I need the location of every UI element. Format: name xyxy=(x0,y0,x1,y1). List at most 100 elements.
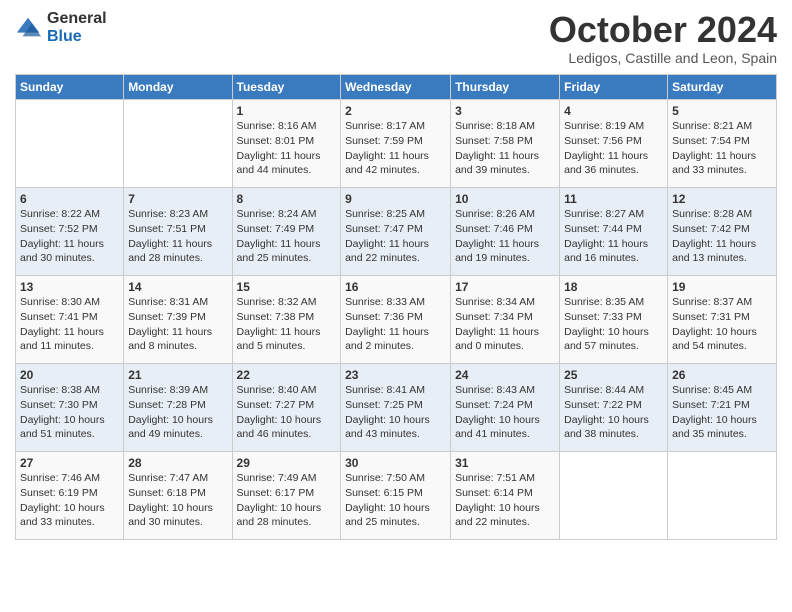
calendar-cell: 19Sunrise: 8:37 AMSunset: 7:31 PMDayligh… xyxy=(668,275,777,363)
day-info: Sunset: 7:21 PM xyxy=(672,398,772,413)
day-info: Daylight: 10 hours and 54 minutes. xyxy=(672,325,772,354)
calendar-cell: 22Sunrise: 8:40 AMSunset: 7:27 PMDayligh… xyxy=(232,363,341,451)
day-info: Sunset: 7:27 PM xyxy=(237,398,337,413)
day-info: Sunset: 6:19 PM xyxy=(20,486,119,501)
calendar-cell: 5Sunrise: 8:21 AMSunset: 7:54 PMDaylight… xyxy=(668,99,777,187)
week-row-2: 6Sunrise: 8:22 AMSunset: 7:52 PMDaylight… xyxy=(16,187,777,275)
day-info: Sunset: 6:14 PM xyxy=(455,486,555,501)
day-info: Daylight: 11 hours and 5 minutes. xyxy=(237,325,337,354)
calendar-cell: 1Sunrise: 8:16 AMSunset: 8:01 PMDaylight… xyxy=(232,99,341,187)
day-info: Daylight: 11 hours and 33 minutes. xyxy=(672,149,772,178)
calendar-cell: 12Sunrise: 8:28 AMSunset: 7:42 PMDayligh… xyxy=(668,187,777,275)
day-number: 4 xyxy=(564,103,663,120)
day-info: Sunrise: 8:31 AM xyxy=(128,295,227,310)
day-number: 14 xyxy=(128,279,227,296)
day-number: 1 xyxy=(237,103,337,120)
week-row-3: 13Sunrise: 8:30 AMSunset: 7:41 PMDayligh… xyxy=(16,275,777,363)
calendar-cell: 18Sunrise: 8:35 AMSunset: 7:33 PMDayligh… xyxy=(560,275,668,363)
day-info: Sunrise: 8:30 AM xyxy=(20,295,119,310)
day-number: 27 xyxy=(20,455,119,472)
day-info: Daylight: 10 hours and 38 minutes. xyxy=(564,413,663,442)
logo: General Blue xyxy=(15,10,107,45)
day-number: 24 xyxy=(455,367,555,384)
calendar-cell: 8Sunrise: 8:24 AMSunset: 7:49 PMDaylight… xyxy=(232,187,341,275)
day-info: Sunset: 7:58 PM xyxy=(455,134,555,149)
day-info: Sunrise: 8:25 AM xyxy=(345,207,446,222)
day-info: Daylight: 11 hours and 22 minutes. xyxy=(345,237,446,266)
week-row-4: 20Sunrise: 8:38 AMSunset: 7:30 PMDayligh… xyxy=(16,363,777,451)
day-info: Sunrise: 8:45 AM xyxy=(672,383,772,398)
month-title: October 2024 xyxy=(549,10,777,50)
day-number: 29 xyxy=(237,455,337,472)
day-info: Sunset: 7:46 PM xyxy=(455,222,555,237)
day-info: Sunrise: 8:17 AM xyxy=(345,119,446,134)
day-number: 28 xyxy=(128,455,227,472)
day-info: Daylight: 10 hours and 51 minutes. xyxy=(20,413,119,442)
day-info: Sunrise: 7:51 AM xyxy=(455,471,555,486)
calendar-cell: 14Sunrise: 8:31 AMSunset: 7:39 PMDayligh… xyxy=(124,275,232,363)
day-info: Sunset: 7:24 PM xyxy=(455,398,555,413)
day-info: Sunset: 7:52 PM xyxy=(20,222,119,237)
calendar-cell: 26Sunrise: 8:45 AMSunset: 7:21 PMDayligh… xyxy=(668,363,777,451)
day-info: Sunrise: 8:18 AM xyxy=(455,119,555,134)
day-info: Daylight: 10 hours and 57 minutes. xyxy=(564,325,663,354)
header-day-friday: Friday xyxy=(560,74,668,99)
logo-icon xyxy=(15,14,43,42)
day-info: Daylight: 10 hours and 33 minutes. xyxy=(20,501,119,530)
day-info: Daylight: 10 hours and 22 minutes. xyxy=(455,501,555,530)
calendar-cell: 7Sunrise: 8:23 AMSunset: 7:51 PMDaylight… xyxy=(124,187,232,275)
calendar-cell: 6Sunrise: 8:22 AMSunset: 7:52 PMDaylight… xyxy=(16,187,124,275)
day-info: Daylight: 10 hours and 43 minutes. xyxy=(345,413,446,442)
week-row-1: 1Sunrise: 8:16 AMSunset: 8:01 PMDaylight… xyxy=(16,99,777,187)
day-info: Daylight: 10 hours and 28 minutes. xyxy=(237,501,337,530)
day-info: Sunrise: 8:32 AM xyxy=(237,295,337,310)
day-info: Sunset: 7:34 PM xyxy=(455,310,555,325)
calendar-body: 1Sunrise: 8:16 AMSunset: 8:01 PMDaylight… xyxy=(16,99,777,539)
day-info: Sunset: 7:51 PM xyxy=(128,222,227,237)
location-subtitle: Ledigos, Castille and Leon, Spain xyxy=(549,50,777,66)
day-number: 16 xyxy=(345,279,446,296)
day-info: Daylight: 10 hours and 25 minutes. xyxy=(345,501,446,530)
day-number: 15 xyxy=(237,279,337,296)
day-info: Sunset: 7:41 PM xyxy=(20,310,119,325)
day-info: Daylight: 10 hours and 49 minutes. xyxy=(128,413,227,442)
day-info: Daylight: 11 hours and 2 minutes. xyxy=(345,325,446,354)
day-info: Sunrise: 8:44 AM xyxy=(564,383,663,398)
page: General Blue October 2024 Ledigos, Casti… xyxy=(0,0,792,550)
day-info: Daylight: 11 hours and 44 minutes. xyxy=(237,149,337,178)
day-info: Sunrise: 7:49 AM xyxy=(237,471,337,486)
day-info: Sunrise: 7:46 AM xyxy=(20,471,119,486)
day-info: Sunset: 7:36 PM xyxy=(345,310,446,325)
day-info: Sunrise: 7:47 AM xyxy=(128,471,227,486)
calendar-cell xyxy=(560,451,668,539)
day-info: Sunset: 7:33 PM xyxy=(564,310,663,325)
day-info: Sunset: 8:01 PM xyxy=(237,134,337,149)
day-info: Sunset: 7:49 PM xyxy=(237,222,337,237)
calendar-cell xyxy=(16,99,124,187)
day-info: Sunrise: 8:41 AM xyxy=(345,383,446,398)
day-number: 17 xyxy=(455,279,555,296)
day-number: 22 xyxy=(237,367,337,384)
title-block: October 2024 Ledigos, Castille and Leon,… xyxy=(549,10,777,66)
day-info: Daylight: 11 hours and 28 minutes. xyxy=(128,237,227,266)
week-row-5: 27Sunrise: 7:46 AMSunset: 6:19 PMDayligh… xyxy=(16,451,777,539)
day-number: 19 xyxy=(672,279,772,296)
day-number: 9 xyxy=(345,191,446,208)
day-info: Sunrise: 8:40 AM xyxy=(237,383,337,398)
calendar-cell: 16Sunrise: 8:33 AMSunset: 7:36 PMDayligh… xyxy=(341,275,451,363)
day-info: Sunrise: 8:43 AM xyxy=(455,383,555,398)
day-info: Sunrise: 7:50 AM xyxy=(345,471,446,486)
calendar-cell: 25Sunrise: 8:44 AMSunset: 7:22 PMDayligh… xyxy=(560,363,668,451)
day-info: Sunset: 7:56 PM xyxy=(564,134,663,149)
calendar-cell: 30Sunrise: 7:50 AMSunset: 6:15 PMDayligh… xyxy=(341,451,451,539)
day-info: Daylight: 11 hours and 30 minutes. xyxy=(20,237,119,266)
day-info: Sunset: 7:39 PM xyxy=(128,310,227,325)
day-number: 21 xyxy=(128,367,227,384)
day-info: Sunset: 6:15 PM xyxy=(345,486,446,501)
day-number: 10 xyxy=(455,191,555,208)
day-info: Daylight: 11 hours and 11 minutes. xyxy=(20,325,119,354)
day-info: Daylight: 10 hours and 30 minutes. xyxy=(128,501,227,530)
calendar-cell: 11Sunrise: 8:27 AMSunset: 7:44 PMDayligh… xyxy=(560,187,668,275)
day-info: Sunset: 7:44 PM xyxy=(564,222,663,237)
day-info: Sunrise: 8:16 AM xyxy=(237,119,337,134)
